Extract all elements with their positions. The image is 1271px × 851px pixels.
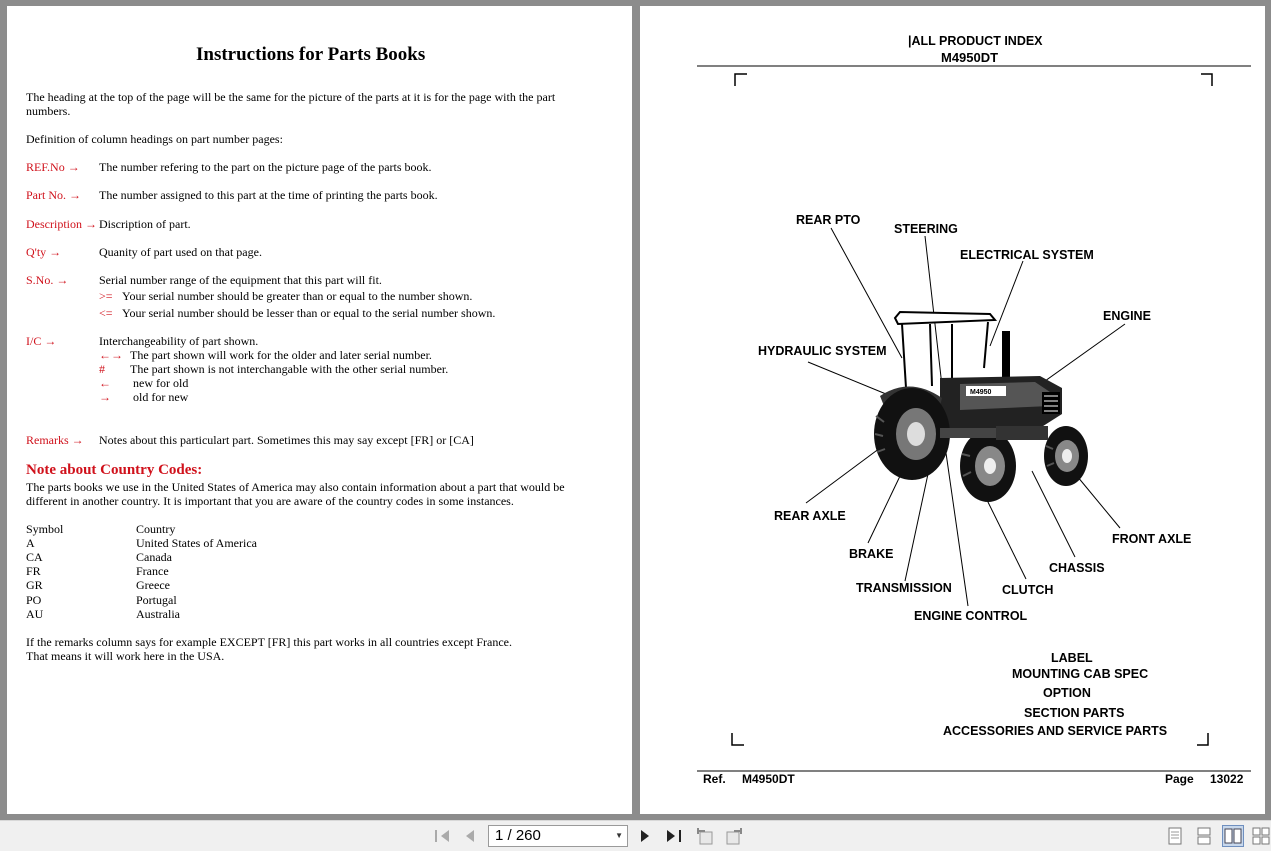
code-country: Portugal	[136, 593, 177, 607]
label-engine-control[interactable]: ENGINE CONTROL	[914, 609, 1027, 623]
def-desc: The number assigned to this part at the …	[99, 188, 438, 202]
code-country: Greece	[136, 578, 170, 592]
rotate-right-icon[interactable]	[723, 827, 745, 845]
def-desc: Serial number range of the equipment tha…	[99, 273, 382, 287]
def-term: S.No. →	[26, 273, 69, 287]
page-title: Instructions for Parts Books	[196, 44, 426, 65]
codes-header-country: Country	[136, 522, 176, 536]
footer-ref-value: M4950DT	[742, 772, 795, 786]
code-symbol: CA	[26, 550, 43, 564]
sub-symbol: <=	[99, 306, 113, 320]
section-label[interactable]: LABEL	[1051, 651, 1093, 665]
sub-symbol: →	[99, 390, 111, 404]
sub-text: Your serial number should be lesser than…	[122, 306, 496, 320]
code-country: United States of America	[136, 536, 257, 550]
label-rear-axle[interactable]: REAR AXLE	[774, 509, 846, 523]
label-hydraulic-system[interactable]: HYDRAULIC SYSTEM	[758, 344, 886, 358]
chevron-down-icon: ▼	[615, 831, 623, 840]
def-term: Description →	[26, 217, 97, 231]
footer-ref-label: Ref.	[703, 772, 726, 786]
code-symbol: A	[26, 536, 35, 550]
sub-text: old for new	[133, 390, 189, 404]
sub-text: new for old	[133, 376, 189, 390]
def-term: I/C →	[26, 334, 57, 348]
section-option[interactable]: OPTION	[1043, 686, 1091, 700]
code-country: Canada	[136, 550, 172, 564]
def-term: Q'ty →	[26, 245, 62, 259]
def-term: REF.No →	[26, 160, 80, 174]
section-section-parts[interactable]: SECTION PARTS	[1024, 706, 1124, 720]
label-clutch[interactable]: CLUTCH	[1002, 583, 1053, 597]
def-desc: Discription of part.	[99, 217, 191, 231]
footer-text: That means it will work here in the USA.	[26, 649, 225, 663]
label-electrical-system[interactable]: ELECTRICAL SYSTEM	[960, 248, 1094, 262]
sub-text: The part shown is not interchangable wit…	[130, 362, 449, 376]
code-symbol: GR	[26, 578, 43, 592]
single-page-view-icon[interactable]	[1164, 825, 1186, 847]
note-text: different in another country. It is impo…	[26, 494, 514, 508]
next-page-icon[interactable]	[636, 827, 654, 845]
label-chassis[interactable]: CHASSIS	[1049, 561, 1105, 575]
footer-page-label: Page	[1165, 772, 1194, 786]
last-page-icon[interactable]	[663, 827, 685, 845]
viewer-toolbar: 1 / 260 ▼	[0, 820, 1271, 851]
def-desc: Quanity of part used on that page.	[99, 245, 262, 259]
label-steering[interactable]: STEERING	[894, 222, 958, 236]
prev-page-icon[interactable]	[460, 827, 478, 845]
left-page: Instructions for Parts Books The heading…	[7, 6, 632, 814]
tractor-illustration: M4950	[874, 310, 1088, 502]
note-title: Note about Country Codes:	[26, 462, 203, 478]
two-page-view-icon[interactable]	[1222, 825, 1244, 847]
code-symbol: PO	[26, 593, 42, 607]
sub-symbol: >=	[99, 289, 113, 303]
label-transmission[interactable]: TRANSMISSION	[856, 581, 952, 595]
def-desc: Notes about this particulart part. Somet…	[99, 433, 474, 447]
label-engine[interactable]: ENGINE	[1103, 309, 1151, 323]
label-rear-pto[interactable]: REAR PTO	[796, 213, 860, 227]
intro-text: numbers.	[26, 104, 71, 118]
label-front-axle[interactable]: FRONT AXLE	[1112, 532, 1191, 546]
sub-symbol: ←→	[99, 348, 123, 362]
label-brake[interactable]: BRAKE	[849, 547, 893, 561]
intro-text: The heading at the top of the page will …	[26, 90, 556, 104]
code-country: France	[136, 564, 169, 578]
def-term: Remarks →	[26, 433, 84, 447]
sub-symbol: ←	[99, 376, 111, 390]
sub-symbol: #	[99, 362, 105, 376]
rotate-left-icon[interactable]	[694, 827, 716, 845]
code-symbol: AU	[26, 607, 44, 621]
def-desc: Interchangeability of part shown.	[99, 334, 259, 348]
page-number-select[interactable]: 1 / 260 ▼	[488, 825, 628, 847]
sub-text: The part shown will work for the older a…	[130, 348, 432, 362]
sub-text: Your serial number should be greater tha…	[122, 289, 473, 303]
code-symbol: FR	[26, 564, 41, 578]
tractor-badge: M4950	[970, 389, 992, 396]
footer-page-value: 13022	[1210, 772, 1244, 786]
right-page: |ALL PRODUCT INDEX M4950DT M4950 REAR PT…	[640, 6, 1265, 814]
code-country: Australia	[136, 607, 180, 621]
two-page-continuous-view-icon[interactable]	[1250, 825, 1271, 847]
section-mounting-cab-spec[interactable]: MOUNTING CAB SPEC	[1012, 667, 1148, 681]
footer-text: If the remarks column says for example E…	[26, 635, 512, 649]
codes-header-symbol: Symbol	[26, 522, 64, 536]
page-number-value: 1 / 260	[495, 827, 541, 844]
def-desc: The number refering to the part on the p…	[99, 160, 432, 174]
def-term: Part No. →	[26, 188, 81, 202]
note-text: The parts books we use in the United Sta…	[26, 480, 565, 494]
definition-heading: Definition of column headings on part nu…	[26, 132, 283, 146]
continuous-view-icon[interactable]	[1193, 825, 1215, 847]
first-page-icon[interactable]	[432, 827, 452, 845]
section-accessories[interactable]: ACCESSORIES AND SERVICE PARTS	[943, 724, 1167, 738]
